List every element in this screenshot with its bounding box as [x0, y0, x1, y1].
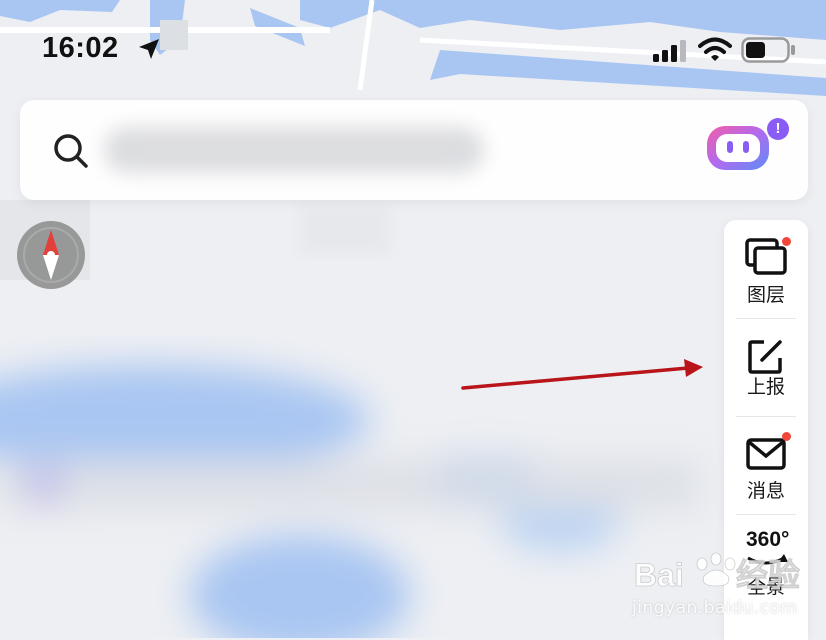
messages-notification-dot [782, 432, 791, 441]
tool-label: 上报 [746, 376, 785, 398]
tool-label: 消息 [746, 480, 785, 502]
layers-button[interactable]: 图层 [724, 224, 808, 320]
map-canvas[interactable] [0, 0, 826, 638]
report-button[interactable]: 上报 [724, 320, 808, 416]
mail-icon [746, 438, 786, 470]
compass-icon[interactable] [16, 220, 86, 290]
tool-label: 图层 [746, 284, 785, 306]
svg-text:经验: 经验 [736, 557, 800, 593]
cellular-signal-icon [653, 40, 686, 62]
messages-button[interactable]: 消息 [724, 418, 808, 514]
wifi-icon [698, 37, 732, 61]
search-input[interactable] [104, 127, 484, 173]
assistant-robot-icon[interactable] [703, 118, 773, 178]
svg-text:Bai: Bai [634, 557, 684, 593]
divider [736, 514, 796, 515]
clock: 16:02 [42, 32, 119, 64]
battery-icon [741, 37, 795, 63]
watermark-url: jingyan.baidu.com [632, 598, 798, 618]
layers-notification-dot [782, 237, 791, 246]
search-icon[interactable] [52, 132, 90, 170]
location-arrow-icon [139, 39, 159, 59]
divider [736, 318, 796, 319]
notification-badge: ! [767, 118, 789, 140]
status-bar: 16:02 [0, 22, 826, 82]
divider [736, 416, 796, 417]
search-bar[interactable]: ! [20, 100, 808, 200]
